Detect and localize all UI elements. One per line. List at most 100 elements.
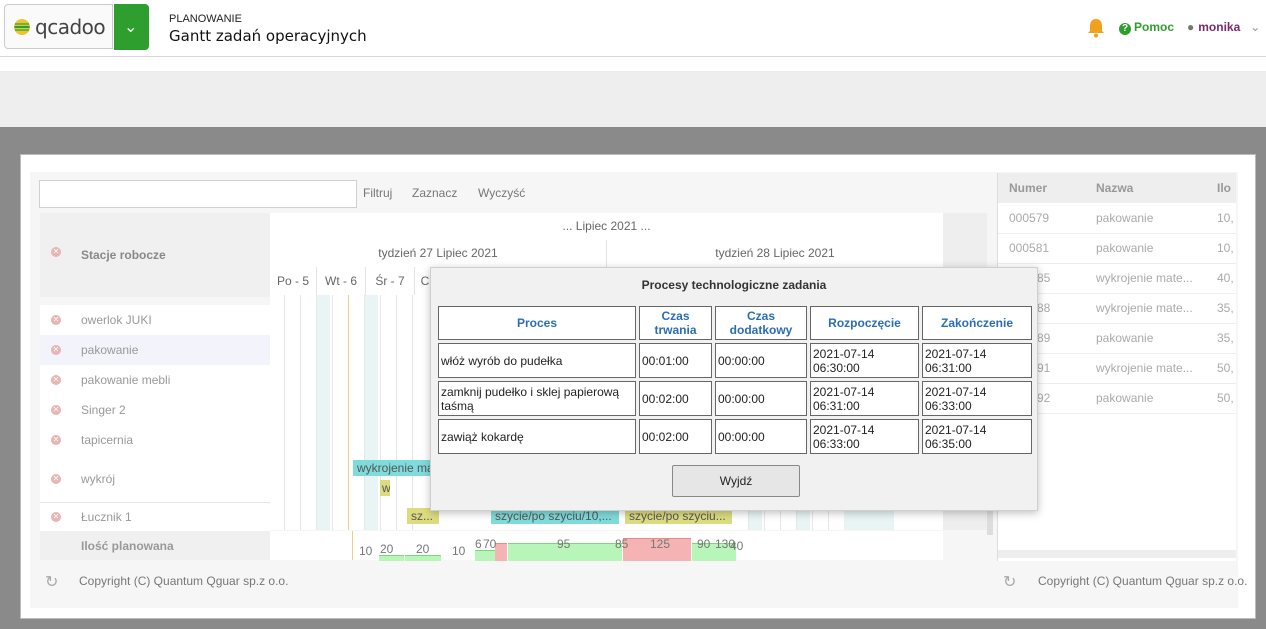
user-name: monika bbox=[1198, 20, 1241, 34]
cell-extra-time: 00:00:00 bbox=[715, 419, 807, 454]
filter-button[interactable]: Filtruj bbox=[363, 186, 392, 200]
cell-end: 2021-07-14 06:33:00 bbox=[922, 381, 1032, 416]
cell-name: pakowanie bbox=[1096, 211, 1154, 225]
load-value: 10 bbox=[359, 544, 373, 558]
process-table: Proces Czas trwania Czas dodatkowy Rozpo… bbox=[435, 303, 1035, 457]
task-bar[interactable]: wykrojenie ma bbox=[353, 460, 430, 476]
station-label: Singer 2 bbox=[81, 403, 126, 417]
user-icon: ● bbox=[1187, 20, 1195, 34]
cell-duration: 00:02:00 bbox=[639, 419, 712, 454]
load-value: 70 bbox=[483, 537, 497, 551]
select-button[interactable]: Zaznacz bbox=[412, 186, 457, 200]
cell-extra-time: 00:00:00 bbox=[715, 381, 807, 416]
cell-end: 2021-07-14 06:31:00 bbox=[922, 343, 1032, 378]
page-title: Gantt zadań operacyjnych bbox=[169, 27, 367, 45]
task-bar[interactable]: w bbox=[380, 480, 390, 496]
remove-icon[interactable]: ✕ bbox=[51, 435, 61, 445]
process-dialog: Procesy technologiczne zadania Proces Cz… bbox=[430, 267, 1038, 511]
station-row[interactable]: ✕ wykrój bbox=[40, 455, 270, 503]
copyright-right: Copyright (C) Quantum Qguar sp.z o.o. bbox=[1038, 574, 1248, 588]
cell-qty: 35, bbox=[1217, 301, 1234, 315]
station-row[interactable]: ✕ pakowanie bbox=[40, 335, 270, 366]
table-row: zamknij pudełko i sklej papierową taśmą … bbox=[438, 381, 1032, 416]
station-label: pakowanie bbox=[81, 343, 139, 357]
column-header-name[interactable]: Nazwa bbox=[1096, 181, 1133, 195]
station-row[interactable]: ✕ pakowanie mebli bbox=[40, 365, 270, 396]
chevron-down-icon: ⌄ bbox=[1250, 20, 1261, 34]
timeline-day: Po - 5 bbox=[270, 267, 317, 295]
cell-process: zamknij pudełko i sklej papierową taśmą bbox=[438, 381, 636, 416]
table-row[interactable]: 000581 pakowanie 10, bbox=[998, 233, 1236, 264]
refresh-icon[interactable]: ↻ bbox=[1003, 572, 1016, 592]
header-duration: Czas trwania bbox=[639, 306, 712, 340]
remove-icon[interactable]: ✕ bbox=[51, 512, 61, 522]
station-label: pakowanie mebli bbox=[81, 373, 171, 387]
remove-icon[interactable]: ✕ bbox=[51, 247, 61, 257]
cell-name: pakowanie bbox=[1096, 391, 1154, 405]
menu-chevron-icon: ⌄ bbox=[124, 19, 138, 36]
cell-number: 000579 bbox=[1009, 211, 1050, 225]
dialog-title: Procesy technologiczne zadania bbox=[641, 278, 827, 292]
planned-qty-row: Ilość planowana bbox=[40, 531, 270, 560]
load-value: 125 bbox=[650, 537, 671, 551]
timeline-month: ... Lipiec 2021 ... bbox=[270, 213, 943, 241]
cell-process: włóż wyrób do pudełka bbox=[438, 343, 636, 378]
load-value: 20 bbox=[380, 542, 394, 556]
cell-qty: 50, bbox=[1217, 391, 1234, 405]
remove-icon[interactable]: ✕ bbox=[51, 345, 61, 355]
timeline-week-27: tydzień 27 Lipiec 2021 bbox=[270, 240, 607, 268]
main-menu-button[interactable]: ⌄ bbox=[114, 4, 149, 50]
remove-icon[interactable]: ✕ bbox=[51, 375, 61, 385]
table-row[interactable]: 000579 pakowanie 10, bbox=[998, 203, 1236, 234]
table-scrollbar[interactable] bbox=[998, 550, 1236, 558]
cell-name: wykrojenie mate... bbox=[1096, 301, 1193, 315]
help-link[interactable]: ? Pomoc bbox=[1119, 20, 1174, 35]
cell-name: pakowanie bbox=[1096, 331, 1154, 345]
station-label: tapicernia bbox=[81, 433, 134, 447]
cell-number: 85 bbox=[1037, 271, 1051, 285]
station-label: Łucznik 1 bbox=[81, 510, 132, 524]
load-value: 40 bbox=[730, 539, 744, 553]
stations-header: ✕ Stacje robocze bbox=[40, 213, 271, 297]
station-row[interactable]: ✕ Łucznik 1 bbox=[40, 503, 270, 532]
cell-duration: 00:01:00 bbox=[639, 343, 712, 378]
load-value: 95 bbox=[557, 537, 571, 551]
search-input[interactable] bbox=[39, 180, 357, 208]
header-end: Zakończenie bbox=[922, 306, 1032, 340]
cell-start: 2021-07-14 06:33:00 bbox=[810, 419, 919, 454]
cell-duration: 00:02:00 bbox=[639, 381, 712, 416]
station-row[interactable]: ✕ Singer 2 bbox=[40, 395, 270, 426]
remove-icon[interactable]: ✕ bbox=[51, 405, 61, 415]
cell-number: 88 bbox=[1037, 301, 1051, 315]
cell-start: 2021-07-14 06:30:00 bbox=[810, 343, 919, 378]
load-chart: 10 20 20 10 6 70 95 85 125 90 130 40 bbox=[270, 531, 943, 561]
cell-qty: 10, bbox=[1217, 241, 1234, 255]
ribbon-area bbox=[0, 71, 1266, 127]
stations-header-label: Stacje robocze bbox=[81, 248, 166, 262]
logo-icon bbox=[14, 19, 30, 35]
table-row: zawiąż kokardę 00:02:00 00:00:00 2021-07… bbox=[438, 419, 1032, 454]
bell-icon[interactable] bbox=[1087, 18, 1105, 38]
timeline-day: Śr - 7 bbox=[366, 267, 415, 295]
planned-qty-label: Ilość planowana bbox=[81, 539, 174, 553]
remove-icon[interactable]: ✕ bbox=[51, 315, 61, 325]
station-row[interactable]: ✕ tapicernia bbox=[40, 425, 270, 456]
column-header-qty[interactable]: Ilo bbox=[1217, 181, 1231, 195]
load-value: 90 bbox=[697, 537, 711, 551]
exit-button[interactable]: Wyjdź bbox=[672, 465, 800, 497]
cell-qty: 50, bbox=[1217, 361, 1234, 375]
refresh-icon[interactable]: ↻ bbox=[45, 572, 58, 592]
user-menu[interactable]: ● monika ⌄ bbox=[1187, 20, 1260, 34]
cell-name: wykrojenie mate... bbox=[1096, 361, 1193, 375]
remove-icon[interactable]: ✕ bbox=[51, 474, 61, 484]
load-value: 10 bbox=[452, 544, 466, 558]
load-value: 85 bbox=[615, 537, 629, 551]
cell-name: wykrojenie mate... bbox=[1096, 271, 1193, 285]
cell-number: 000581 bbox=[1009, 241, 1050, 255]
cell-name: pakowanie bbox=[1096, 241, 1154, 255]
logo[interactable]: qcadoo bbox=[4, 4, 113, 49]
copyright-left: Copyright (C) Quantum Qguar sp.z o.o. bbox=[79, 574, 289, 588]
column-header-number[interactable]: Numer bbox=[1009, 181, 1047, 195]
station-row[interactable]: ✕ owerlok JUKI bbox=[40, 305, 270, 336]
clear-button[interactable]: Wyczyść bbox=[478, 186, 525, 200]
